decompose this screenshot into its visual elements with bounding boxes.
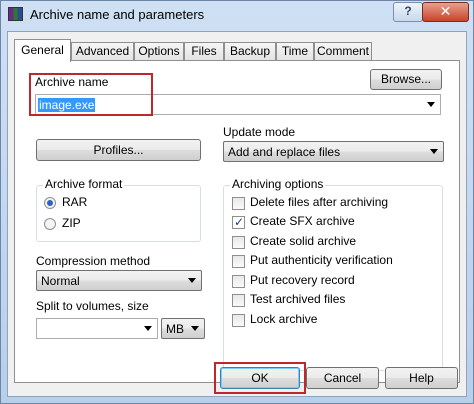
authenticity-verification-label[interactable]: Put authenticity verification bbox=[250, 253, 393, 267]
update-mode-select[interactable]: Add and replace files bbox=[223, 141, 444, 162]
window-title: Archive name and parameters bbox=[30, 7, 205, 22]
compression-dropdown-arrow-icon[interactable] bbox=[188, 278, 196, 283]
create-sfx-checkbox[interactable] bbox=[232, 215, 245, 229]
compression-method-value: Normal bbox=[41, 274, 80, 288]
help-button[interactable]: Help bbox=[385, 367, 458, 389]
authenticity-verification-checkbox[interactable] bbox=[232, 255, 245, 268]
tab-options[interactable]: Options bbox=[134, 42, 184, 61]
update-mode-value: Add and replace files bbox=[228, 145, 341, 159]
ok-button[interactable]: OK bbox=[220, 367, 300, 389]
create-solid-label[interactable]: Create solid archive bbox=[250, 234, 356, 248]
split-unit-value: MB bbox=[166, 322, 184, 336]
split-unit-select[interactable]: MB bbox=[161, 318, 205, 339]
dialog-client: General Advanced Options Files Backup Ti… bbox=[7, 31, 467, 397]
zip-radio-label[interactable]: ZIP bbox=[62, 216, 81, 230]
compression-method-select[interactable]: Normal bbox=[36, 270, 202, 291]
zip-radio[interactable] bbox=[44, 218, 56, 230]
archive-format-group bbox=[36, 185, 201, 242]
update-mode-dropdown-arrow-icon[interactable] bbox=[430, 149, 438, 154]
rar-radio[interactable] bbox=[44, 197, 56, 209]
split-volumes-label: Split to volumes, size bbox=[36, 299, 149, 313]
archive-name-dropdown-arrow-icon[interactable] bbox=[427, 102, 435, 107]
create-solid-checkbox[interactable] bbox=[232, 236, 245, 249]
browse-button[interactable]: Browse... bbox=[370, 69, 442, 90]
title-help-button[interactable]: ? bbox=[393, 2, 423, 22]
test-archived-label[interactable]: Test archived files bbox=[250, 292, 345, 306]
winrar-app-icon bbox=[8, 7, 23, 21]
split-volumes-dropdown-arrow-icon[interactable] bbox=[144, 326, 152, 331]
cancel-button[interactable]: Cancel bbox=[306, 367, 379, 389]
archive-name-highlight bbox=[29, 73, 153, 116]
tab-files[interactable]: Files bbox=[184, 42, 224, 61]
recovery-record-checkbox[interactable] bbox=[232, 275, 245, 288]
delete-files-label[interactable]: Delete files after archiving bbox=[250, 195, 388, 209]
lock-archive-checkbox[interactable] bbox=[232, 314, 245, 327]
general-tab-panel: Archive name Browse... image.exe Profile… bbox=[14, 60, 460, 383]
test-archived-checkbox[interactable] bbox=[232, 294, 245, 307]
close-button[interactable]: ✕ bbox=[422, 2, 469, 22]
compression-method-label: Compression method bbox=[36, 254, 151, 268]
archiving-options-label: Archiving options bbox=[230, 177, 326, 191]
split-unit-dropdown-arrow-icon[interactable] bbox=[191, 326, 199, 331]
rar-radio-label[interactable]: RAR bbox=[62, 195, 87, 209]
tab-time[interactable]: Time bbox=[276, 42, 314, 61]
update-mode-label: Update mode bbox=[223, 125, 296, 139]
recovery-record-label[interactable]: Put recovery record bbox=[250, 273, 355, 287]
tab-comment[interactable]: Comment bbox=[314, 42, 372, 61]
profiles-button[interactable]: Profiles... bbox=[36, 139, 201, 161]
split-volumes-combobox[interactable] bbox=[36, 318, 158, 339]
tab-advanced[interactable]: Advanced bbox=[71, 42, 134, 61]
dialog-window: Archive name and parameters ? ✕ General … bbox=[0, 0, 474, 404]
title-bar[interactable]: Archive name and parameters ? ✕ bbox=[1, 1, 473, 28]
delete-files-checkbox[interactable] bbox=[232, 197, 245, 210]
create-sfx-label[interactable]: Create SFX archive bbox=[250, 214, 355, 228]
archive-format-label: Archive format bbox=[43, 177, 125, 191]
lock-archive-label[interactable]: Lock archive bbox=[250, 312, 317, 326]
tab-backup[interactable]: Backup bbox=[224, 42, 276, 61]
tab-general[interactable]: General bbox=[14, 39, 71, 62]
